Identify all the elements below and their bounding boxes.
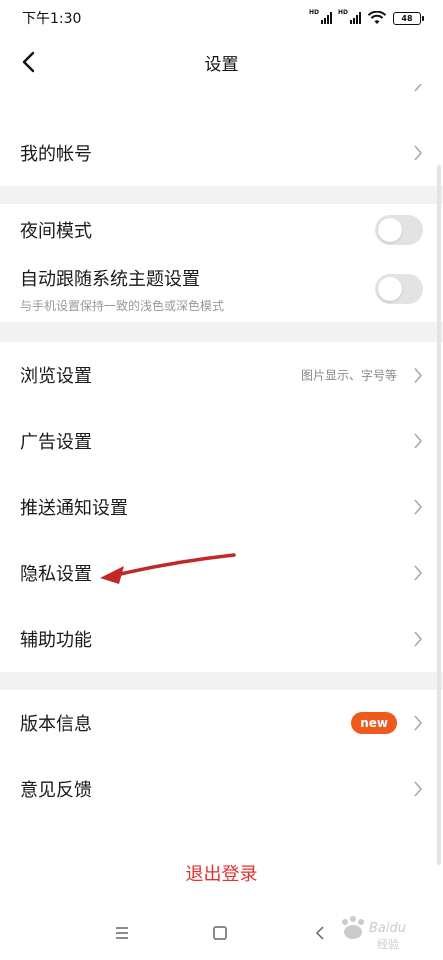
- settings-item-account[interactable]: 我的帐号: [0, 120, 443, 186]
- logout-button[interactable]: 退出登录: [0, 860, 443, 886]
- section-divider: [0, 322, 443, 342]
- chevron-right-icon: [414, 84, 423, 92]
- settings-item-browse[interactable]: 浏览设置 图片显示、字号等: [0, 342, 443, 408]
- baidu-watermark-logo: Baidu 经验: [342, 916, 406, 951]
- settings-list[interactable]: 兴趣设置 我的帐号 夜间模式 自动跟随系统主题设置 与手机设置保持一致的浅色或深…: [0, 84, 443, 900]
- new-badge: new: [351, 712, 397, 734]
- settings-item-privacy[interactable]: 隐私设置: [0, 540, 443, 606]
- svg-text:Baidu: Baidu: [369, 921, 406, 936]
- browse-hint: 图片显示、字号等: [300, 368, 397, 383]
- battery-icon: 48: [393, 11, 424, 25]
- settings-item-interest[interactable]: 兴趣设置: [0, 84, 443, 98]
- settings-item-accessibility[interactable]: 辅助功能: [0, 606, 443, 672]
- auto-theme-description: 与手机设置保持一致的浅色或深色模式: [20, 298, 225, 313]
- settings-item-ads[interactable]: 广告设置: [0, 408, 443, 474]
- settings-item-auto-theme[interactable]: 自动跟随系统主题设置 与手机设置保持一致的浅色或深色模式: [0, 256, 443, 322]
- signal-icon: HD: [309, 9, 332, 24]
- back-button[interactable]: [12, 46, 44, 78]
- section-divider: [0, 672, 443, 690]
- chevron-right-icon: [414, 781, 423, 797]
- status-icons: HD HD 48: [309, 9, 424, 25]
- status-time: 下午1:30: [22, 11, 82, 27]
- svg-text:经验: 经验: [377, 937, 399, 951]
- system-nav-bar: Baidu 经验: [0, 165, 443, 960]
- home-button[interactable]: [208, 921, 232, 945]
- night-mode-toggle[interactable]: [375, 215, 423, 245]
- chevron-right-icon: [414, 145, 423, 161]
- menu-button[interactable]: [110, 921, 134, 945]
- chevron-right-icon: [414, 631, 423, 647]
- settings-item-night-mode[interactable]: 夜间模式: [0, 204, 443, 256]
- chevron-right-icon: [414, 499, 423, 515]
- signal-icon-2: HD: [338, 9, 361, 24]
- menu-icon: [116, 927, 128, 939]
- back-triangle-icon: [315, 926, 324, 940]
- home-square-icon: [213, 926, 227, 940]
- settings-item-version[interactable]: 版本信息 new: [0, 690, 443, 756]
- chevron-right-icon: [414, 367, 423, 383]
- chevron-right-icon: [414, 433, 423, 449]
- back-nav-button[interactable]: [308, 921, 332, 945]
- scrollbar[interactable]: [437, 165, 441, 865]
- settings-item-feedback[interactable]: 意见反馈: [0, 756, 443, 822]
- chevron-right-icon: [414, 565, 423, 581]
- chevron-left-icon: [22, 51, 35, 73]
- chevron-right-icon: [414, 715, 423, 731]
- page-title: 设置: [204, 54, 239, 75]
- auto-theme-toggle[interactable]: [375, 274, 423, 304]
- status-bar: 下午1:30 HD HD 48: [0, 0, 443, 36]
- section-divider: [0, 186, 443, 204]
- settings-item-push[interactable]: 推送通知设置: [0, 474, 443, 540]
- nav-bar: 设置: [0, 40, 443, 84]
- wifi-icon: [367, 11, 387, 24]
